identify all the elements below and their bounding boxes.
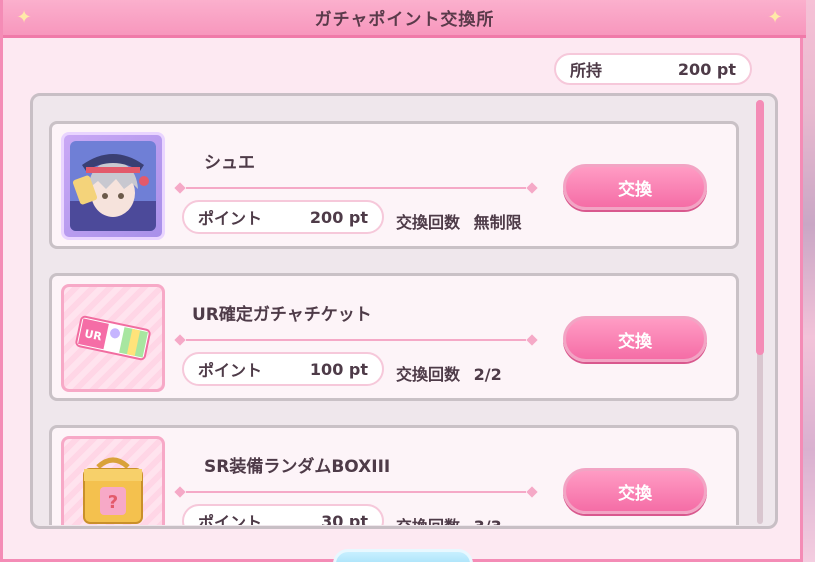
points-pill: ポイント 30 pt — [182, 504, 384, 525]
points-value: 200 pt — [309, 207, 368, 227]
exchange-count: 交換回数 3/3 — [396, 513, 502, 525]
list-item: シュエ ポイント 200 pt 交換回数 無制限 交換 — [49, 121, 739, 249]
item-name: UR確定ガチャチケット — [192, 305, 372, 325]
list-item: UR UR確定ガチャチケット ポイント 100 pt 交換回数 2/2 交換 — [49, 273, 739, 401]
exchange-count: 交換回数 無制限 — [396, 209, 522, 233]
points-label: ポイント — [198, 209, 263, 228]
ticket-thumbnail[interactable]: UR — [61, 284, 165, 392]
window-title: ガチャポイント交換所 — [314, 10, 495, 30]
sparkle-icon: ✦ — [16, 7, 32, 28]
count-label: 交換回数 — [396, 365, 461, 384]
points-value: 30 pt — [321, 511, 368, 526]
divider — [186, 187, 526, 189]
item-name: SR装備ランダムBOXIII — [204, 457, 391, 477]
sparkle-icon: ✦ — [767, 7, 783, 28]
count-value: 無制限 — [473, 213, 522, 232]
count-label: 交換回数 — [396, 213, 461, 232]
points-pill: ポイント 100 pt — [182, 352, 384, 386]
count-value: 3/3 — [474, 517, 502, 525]
scrollbar-thumb[interactable] — [756, 100, 764, 355]
title-bar: ✦ ガチャポイント交換所 ✦ — [3, 0, 806, 38]
ticket-icon: UR — [70, 293, 156, 383]
svg-text:?: ? — [108, 492, 118, 513]
exchange-count: 交換回数 2/2 — [396, 361, 502, 385]
exchange-window: ✦ ガチャポイント交換所 ✦ 所持 200 pt シュエ ポイント 200 pt… — [0, 0, 806, 562]
points-value: 100 pt — [309, 359, 368, 379]
exchange-button[interactable]: 交換 — [563, 468, 707, 514]
list-item-clip: ? SR装備ランダムBOXIII ポイント 30 pt 交換回数 3/3 交換 — [49, 425, 739, 525]
exchange-button[interactable]: 交換 — [563, 164, 707, 210]
box-thumbnail[interactable]: ? — [61, 436, 165, 525]
points-pill: ポイント 200 pt — [182, 200, 384, 234]
divider — [186, 491, 526, 493]
points-label: ポイント — [198, 361, 263, 380]
points-label: ポイント — [198, 513, 263, 525]
owned-label: 所持 — [570, 61, 603, 80]
exchange-button[interactable]: 交換 — [563, 316, 707, 362]
item-name: シュエ — [204, 153, 255, 173]
list-item: ? SR装備ランダムBOXIII ポイント 30 pt 交換回数 3/3 交換 — [49, 425, 739, 525]
owned-points-badge: 所持 200 pt — [554, 53, 752, 85]
count-label: 交換回数 — [396, 517, 460, 525]
divider — [186, 339, 526, 341]
character-thumbnail[interactable] — [61, 132, 165, 240]
box-icon: ? — [70, 445, 156, 525]
close-button[interactable] — [333, 549, 473, 562]
character-icon — [70, 141, 156, 231]
count-value: 2/2 — [473, 365, 502, 384]
owned-value: 200 pt — [677, 59, 736, 79]
